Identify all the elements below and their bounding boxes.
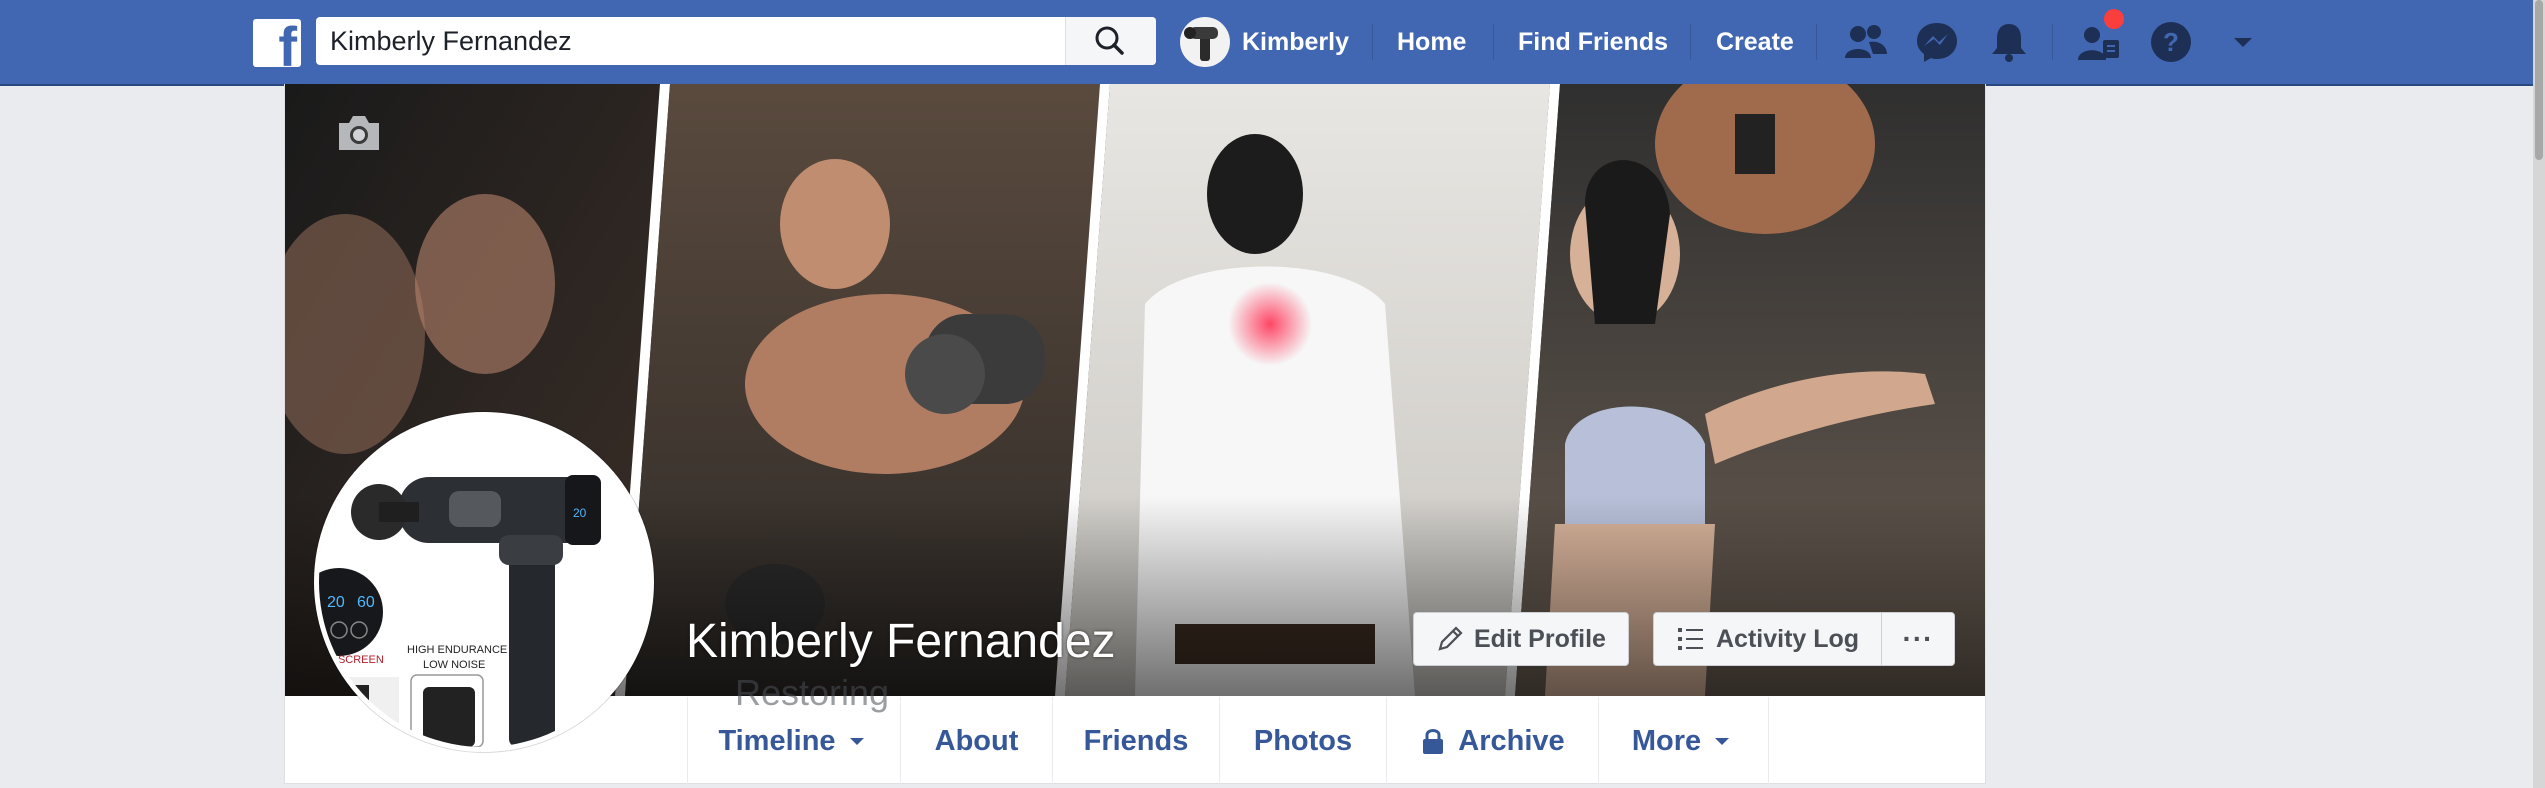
svg-text:?: ? [2163,27,2179,57]
nav-divider [1493,24,1494,60]
activity-log-button[interactable]: Activity Log [1653,612,1882,666]
list-icon [1678,628,1703,650]
tab-about-label: About [934,724,1019,757]
nav-divider [1816,24,1817,60]
activity-log-label: Activity Log [1716,624,1860,653]
nav-divider [2052,24,2053,60]
product-label-endurance: HIGH ENDURANCE [407,644,507,656]
profile-name[interactable]: Kimberly Fernandez [686,614,1116,669]
search-icon [1095,26,1124,55]
nav-divider [1690,24,1691,60]
tab-archive[interactable]: Archive [1387,697,1599,785]
account-menu-caret-icon[interactable] [2220,20,2266,64]
display-value-b: 60 [357,594,375,611]
profile-link[interactable]: Kimberly [1180,0,1349,84]
friend-requests-icon[interactable] [1843,20,1889,64]
search-box [316,17,1156,65]
cover-more-options-button[interactable]: ··· [1881,612,1955,666]
tab-friends-label: Friends [1083,724,1189,757]
scrollbar-thumb[interactable] [2535,0,2543,160]
tab-photos[interactable]: Photos [1220,697,1387,785]
tab-timeline-label: Timeline [718,724,836,757]
profile-link-label: Kimberly [1242,27,1349,56]
product-label-noise: LOW NOISE [423,659,485,671]
pencil-icon [1438,626,1463,651]
massage-gun-product-image: 20 20 60 CH SCREEN HIGH ENDURANCE LOW NO… [319,417,649,747]
edit-profile-label: Edit Profile [1474,624,1606,653]
edit-profile-button[interactable]: Edit Profile [1413,612,1629,666]
tab-more[interactable]: More [1599,697,1769,785]
search-button[interactable] [1065,17,1156,65]
notification-badge [2104,9,2124,29]
caret-down-icon [1715,738,1730,745]
nav-home[interactable]: Home [1397,0,1466,84]
profile-picture[interactable]: 20 20 60 CH SCREEN HIGH ENDURANCE LOW NO… [314,412,654,752]
update-cover-camera-icon[interactable] [335,113,383,153]
caret-down-icon [849,738,864,745]
help-icon[interactable]: ? [2149,20,2195,64]
nav-divider [1372,24,1373,60]
notifications-icon[interactable] [1986,20,2032,64]
tab-friends[interactable]: Friends [1053,697,1220,785]
search-input[interactable] [316,17,1064,65]
lock-icon [1423,729,1444,754]
messenger-icon[interactable] [1914,20,1960,64]
display-value-a: 20 [327,594,345,611]
tab-about[interactable]: About [901,697,1053,785]
tab-archive-label: Archive [1458,724,1565,757]
avatar [1180,17,1230,67]
svg-text:20: 20 [573,506,587,520]
profile-tabs: Timeline About Friends Photos Archive Mo… [687,697,1769,785]
tab-more-label: More [1631,724,1702,757]
facebook-logo-icon[interactable]: f [253,19,301,67]
nav-find-friends[interactable]: Find Friends [1518,0,1668,84]
nav-create[interactable]: Create [1716,0,1794,84]
page-scrollbar[interactable] [2533,0,2545,788]
tab-timeline[interactable]: Timeline [687,697,901,785]
more-dots-icon: ··· [1902,623,1934,654]
tab-photos-label: Photos [1253,724,1353,757]
